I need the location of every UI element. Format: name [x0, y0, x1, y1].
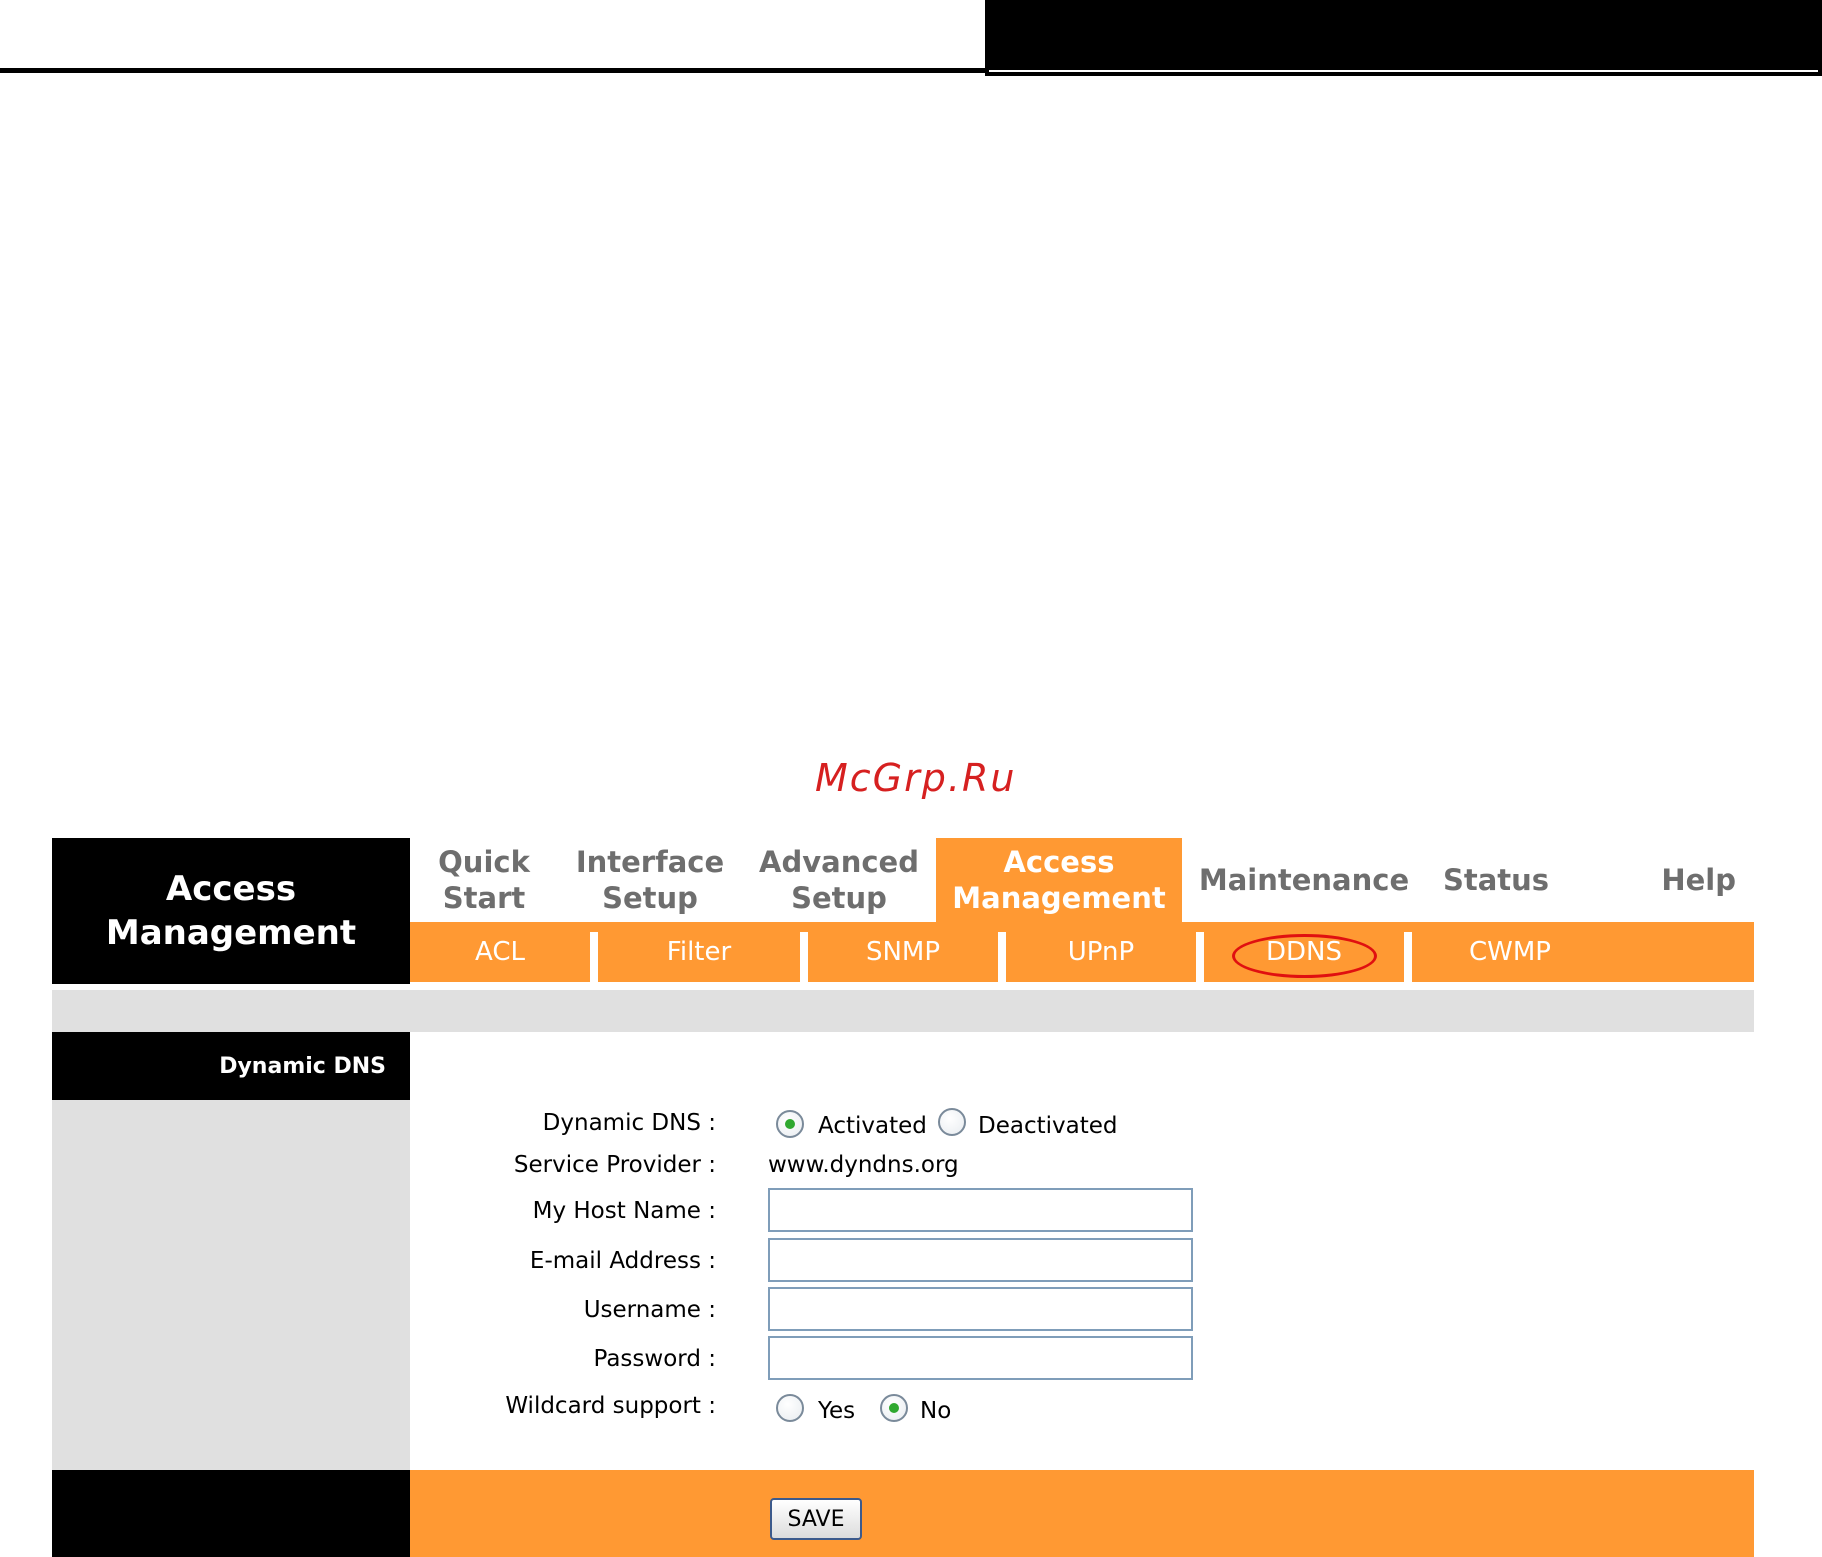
left-panel	[52, 1100, 410, 1470]
host-name-label: My Host Name :	[532, 1198, 716, 1224]
subtab-separator	[800, 932, 808, 982]
tab-maintenance[interactable]: Maintenance	[1182, 838, 1426, 922]
sub-nav: ACL Filter SNMP UPnP DDNS CWMP	[410, 922, 1754, 982]
wildcard-no-radio[interactable]	[880, 1394, 908, 1422]
wildcard-no-label: No	[920, 1398, 952, 1424]
subtab-cwmp[interactable]: CWMP	[1412, 922, 1608, 982]
service-provider-value: www.dyndns.org	[768, 1152, 959, 1178]
ddns-highlight-circle	[1232, 934, 1377, 978]
subtab-separator	[998, 932, 1006, 982]
header-black-box	[985, 0, 1822, 76]
dynamic-dns-activated-radio[interactable]	[776, 1110, 804, 1138]
wildcard-yes-label: Yes	[818, 1398, 856, 1424]
tab-access-management[interactable]: Access Management	[936, 838, 1182, 922]
footer-bar	[410, 1470, 1754, 1557]
wildcard-label: Wildcard support :	[505, 1393, 716, 1419]
subtab-snmp[interactable]: SNMP	[808, 922, 998, 982]
watermark: McGrp.Ru	[815, 756, 1017, 800]
subtab-separator	[1196, 932, 1204, 982]
dynamic-dns-label: Dynamic DNS :	[542, 1110, 716, 1136]
email-input[interactable]	[768, 1238, 1193, 1282]
router-admin-panel: Access Management Quick Start Interface …	[52, 838, 1754, 1557]
tab-status[interactable]: Status	[1426, 838, 1566, 922]
subtab-separator	[590, 932, 598, 982]
subtab-separator	[1404, 932, 1412, 982]
header-inner-line	[989, 70, 1818, 72]
dynamic-dns-deactivated-label: Deactivated	[978, 1113, 1118, 1139]
section-title-dynamic-dns: Dynamic DNS	[52, 1032, 410, 1100]
footer-left-block	[52, 1470, 410, 1557]
subtab-acl[interactable]: ACL	[410, 922, 590, 982]
wildcard-yes-radio[interactable]	[776, 1394, 804, 1422]
section-brand-title: Access Management	[52, 838, 410, 984]
email-label: E-mail Address :	[529, 1248, 716, 1274]
subtab-upnp[interactable]: UPnP	[1006, 922, 1196, 982]
username-input[interactable]	[768, 1287, 1193, 1331]
password-input[interactable]	[768, 1336, 1193, 1380]
main-nav: Quick Start Interface Setup Advanced Set…	[410, 838, 1754, 922]
tab-help[interactable]: Help	[1566, 838, 1754, 922]
username-label: Username :	[583, 1297, 716, 1323]
service-provider-label: Service Provider :	[513, 1152, 716, 1178]
dynamic-dns-activated-label: Activated	[818, 1113, 927, 1139]
host-name-input[interactable]	[768, 1188, 1193, 1232]
divider-strip	[52, 990, 1754, 1032]
dynamic-dns-deactivated-radio[interactable]	[938, 1108, 966, 1136]
tab-interface-setup[interactable]: Interface Setup	[558, 838, 742, 922]
tab-advanced-setup[interactable]: Advanced Setup	[742, 838, 936, 922]
password-label: Password :	[593, 1346, 717, 1372]
save-button[interactable]: SAVE	[770, 1498, 862, 1540]
tab-quick-start[interactable]: Quick Start	[410, 838, 558, 922]
subtab-filter[interactable]: Filter	[598, 922, 800, 982]
